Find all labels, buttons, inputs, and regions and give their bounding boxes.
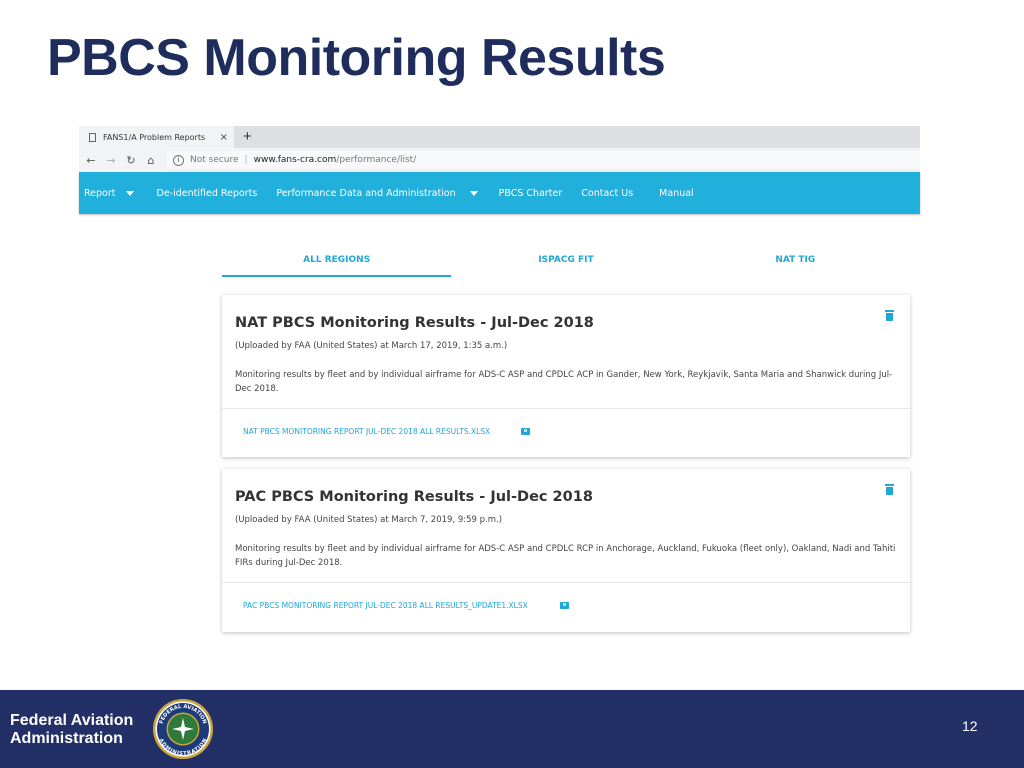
card-upload-info: (Uploaded by FAA (United States) at Marc… xyxy=(235,515,503,525)
search-icon[interactable] xyxy=(521,428,530,435)
trash-icon[interactable] xyxy=(885,310,894,321)
card-description: Monitoring results by fleet and by indiv… xyxy=(235,544,896,568)
nav-performance-label: Performance Data and Administration xyxy=(276,187,456,199)
caret-down-icon xyxy=(469,190,478,196)
nav-pbcs-charter[interactable]: PBCS Charter xyxy=(499,188,563,199)
arrow-left-icon[interactable]: ← xyxy=(81,154,101,167)
footer-org-name: Federal Aviation Administration xyxy=(10,712,133,748)
home-icon[interactable]: ⌂ xyxy=(141,154,161,167)
browser-window: FANS1/A Problem Reports × + ← → ↻ ⌂ i No… xyxy=(79,126,920,214)
tab-ispacg-fit[interactable]: ISPACG FIT xyxy=(451,247,680,277)
nav-deidentified-reports[interactable]: De-identified Reports xyxy=(157,188,258,199)
nav-charter-label: PBCS Charter xyxy=(498,187,563,199)
footer-org-line-1: Federal Aviation xyxy=(10,712,134,729)
site-navbar: Report De-identified Reports Performance… xyxy=(79,172,920,214)
tab-all-regions[interactable]: ALL REGIONS xyxy=(222,247,452,277)
slide-title: PBCS Monitoring Results xyxy=(47,29,666,87)
nav-deidentified-label: De-identified Reports xyxy=(156,187,258,199)
caret-down-icon xyxy=(125,190,134,196)
nav-performance-data[interactable]: Performance Data and Administration xyxy=(276,187,478,199)
url-field[interactable]: i Not secure | www.fans-cra.com/performa… xyxy=(167,151,920,169)
result-card-pac: PAC PBCS Monitoring Results - Jul-Dec 20… xyxy=(222,469,910,632)
nav-report[interactable]: Report xyxy=(84,188,134,199)
address-bar: ← → ↻ ⌂ i Not secure | www.fans-cra.com /… xyxy=(79,148,920,172)
close-tab-icon[interactable]: × xyxy=(220,132,228,143)
arrow-right-icon[interactable]: → xyxy=(101,154,121,167)
search-icon[interactable] xyxy=(560,602,569,609)
file-download-link[interactable]: PAC PBCS MONITORING REPORT JUL-DEC 2018 … xyxy=(243,601,528,610)
page-number: 12 xyxy=(962,718,978,734)
url-host: www.fans-cra.com xyxy=(253,155,337,165)
browser-tab-bar: FANS1/A Problem Reports × + xyxy=(79,126,920,148)
card-title: PAC PBCS Monitoring Results - Jul-Dec 20… xyxy=(235,489,593,505)
nav-report-label: Report xyxy=(84,187,116,199)
footer-bar: Federal Aviation Administration FEDERAL … xyxy=(0,690,1024,768)
info-icon[interactable]: i xyxy=(173,154,184,166)
trash-icon[interactable] xyxy=(885,484,894,495)
not-secure-label: Not secure xyxy=(190,155,239,165)
card-description: Monitoring results by fleet and by indiv… xyxy=(235,370,893,394)
nav-contact-label: Contact Us xyxy=(581,187,634,199)
browser-tab-title: FANS1/A Problem Reports xyxy=(103,132,206,142)
card-divider xyxy=(222,582,910,583)
new-tab-button[interactable]: + xyxy=(243,128,252,146)
card-upload-info: (Uploaded by FAA (United States) at Marc… xyxy=(235,341,508,351)
url-separator: | xyxy=(244,155,248,165)
nav-manual-label: Manual xyxy=(659,187,694,199)
card-divider xyxy=(222,408,910,409)
file-download-link[interactable]: NAT PBCS MONITORING REPORT JUL-DEC 2018 … xyxy=(243,427,490,436)
reload-icon[interactable]: ↻ xyxy=(121,154,141,167)
faa-seal-logo: FEDERAL AVIATION ADMINISTRATION xyxy=(153,699,213,759)
footer-org-line-2: Administration xyxy=(10,730,123,747)
nav-manual[interactable]: Manual xyxy=(659,188,694,199)
card-title: NAT PBCS Monitoring Results - Jul-Dec 20… xyxy=(235,315,594,331)
nav-contact-us[interactable]: Contact Us xyxy=(581,188,633,199)
browser-tab[interactable]: FANS1/A Problem Reports × xyxy=(79,126,234,148)
document-icon xyxy=(89,132,96,142)
tab-nat-tig[interactable]: NAT TIG xyxy=(681,247,910,277)
region-tabs: ALL REGIONS ISPACG FIT NAT TIG xyxy=(222,247,910,277)
result-card-nat: NAT PBCS Monitoring Results - Jul-Dec 20… xyxy=(222,295,910,457)
url-path: /performance/list/ xyxy=(336,155,417,165)
